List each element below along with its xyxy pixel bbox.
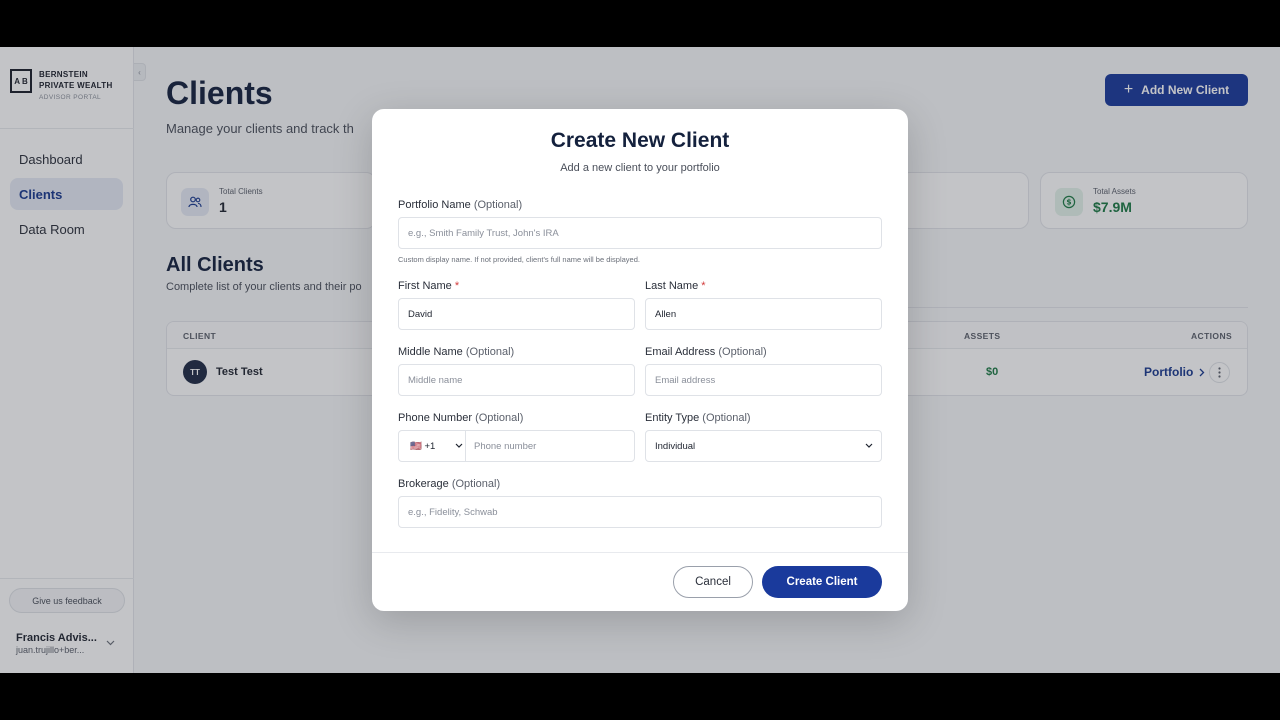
select-value: Individual bbox=[655, 440, 696, 452]
cancel-button[interactable]: Cancel bbox=[673, 566, 753, 598]
optional-tag: (Optional) bbox=[475, 412, 524, 424]
letterbox-bottom bbox=[0, 673, 1280, 720]
brokerage-label: Brokerage (Optional) bbox=[398, 478, 500, 490]
country-code-value: 🇺🇸 +1 bbox=[410, 440, 436, 452]
modal-title: Create New Client bbox=[550, 129, 730, 152]
phone-label: Phone Number (Optional) bbox=[398, 412, 523, 424]
email-field[interactable]: Email address bbox=[645, 364, 882, 396]
create-client-modal: Create New Client Add a new client to yo… bbox=[372, 109, 908, 611]
portfolio-name-label: Portfolio Name (Optional) bbox=[398, 199, 522, 211]
middle-name-label: Middle Name (Optional) bbox=[398, 346, 514, 358]
phone-field: 🇺🇸 +1 Phone number bbox=[398, 430, 635, 462]
phone-number-input[interactable]: Phone number bbox=[474, 441, 536, 452]
chevron-down-icon bbox=[455, 441, 463, 450]
placeholder: e.g., Smith Family Trust, John's IRA bbox=[408, 227, 559, 239]
optional-tag: (Optional) bbox=[702, 412, 751, 424]
chevron-down-icon bbox=[865, 441, 873, 450]
portfolio-name-hint: Custom display name. If not provided, cl… bbox=[398, 255, 640, 264]
first-name-label: First Name * bbox=[398, 280, 459, 292]
label-text: Middle Name bbox=[398, 346, 463, 358]
label-text: Entity Type bbox=[645, 412, 700, 424]
modal-subtitle: Add a new client to your portfolio bbox=[560, 162, 720, 174]
optional-tag: (Optional) bbox=[718, 346, 767, 358]
placeholder: e.g., Fidelity, Schwab bbox=[408, 506, 498, 518]
divider bbox=[372, 552, 908, 553]
create-client-button[interactable]: Create Client bbox=[762, 566, 882, 598]
label-text: First Name bbox=[398, 280, 452, 292]
placeholder: Email address bbox=[655, 374, 716, 386]
portfolio-name-input[interactable]: e.g., Smith Family Trust, John's IRA bbox=[398, 217, 882, 249]
label-text: Phone Number bbox=[398, 412, 472, 424]
optional-tag: (Optional) bbox=[451, 478, 501, 490]
letterbox-top bbox=[0, 0, 1280, 47]
input-value: Allen bbox=[655, 308, 677, 320]
optional-tag: (Optional) bbox=[473, 199, 523, 211]
label-text: Email Address bbox=[645, 346, 716, 358]
last-name-label: Last Name * bbox=[645, 280, 706, 292]
first-name-input[interactable]: David bbox=[398, 298, 635, 330]
input-value: David bbox=[408, 308, 433, 320]
last-name-input[interactable]: Allen bbox=[645, 298, 882, 330]
required-marker: * bbox=[701, 280, 706, 292]
label-text: Portfolio Name bbox=[398, 199, 471, 211]
label-text: Last Name bbox=[645, 280, 699, 292]
email-label: Email Address (Optional) bbox=[645, 346, 767, 358]
placeholder: Middle name bbox=[408, 374, 463, 386]
label-text: Brokerage bbox=[398, 478, 449, 490]
middle-name-input[interactable]: Middle name bbox=[398, 364, 635, 396]
entity-type-select[interactable]: Individual bbox=[645, 430, 882, 462]
required-marker: * bbox=[454, 280, 460, 292]
entity-type-label: Entity Type (Optional) bbox=[645, 412, 751, 424]
optional-tag: (Optional) bbox=[465, 346, 515, 358]
app-window: A B BERNSTEIN PRIVATE WEALTH ADVISOR POR… bbox=[0, 47, 1280, 673]
brokerage-input[interactable]: e.g., Fidelity, Schwab bbox=[398, 496, 882, 528]
country-code-select[interactable]: 🇺🇸 +1 bbox=[399, 431, 466, 461]
